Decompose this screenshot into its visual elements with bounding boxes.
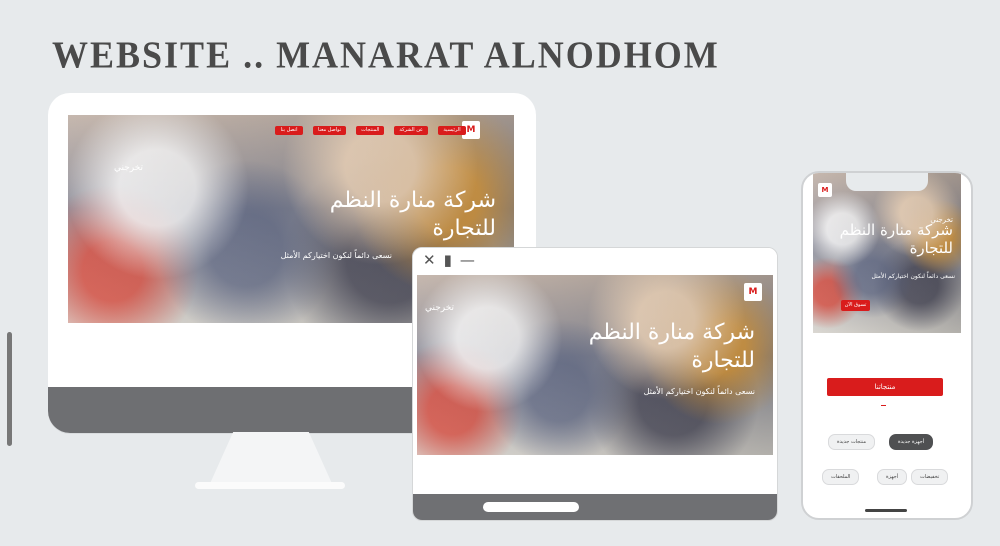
mobile-products-button[interactable]: منتجاتنا bbox=[827, 378, 943, 396]
desktop-tagline: نسعى دائماً لنكون اختياركم الأمثل bbox=[280, 251, 392, 260]
monitor-stand bbox=[208, 432, 334, 488]
window-titlebar: ✕ ▮ — bbox=[413, 248, 777, 272]
window-controls: ✕ ▮ — bbox=[423, 251, 475, 269]
chip-discounts[interactable]: تخفيضات bbox=[911, 469, 949, 485]
page-title: WEBSITE .. MANARAT ALNODHOM bbox=[52, 34, 720, 76]
chip-devices[interactable]: أجهزة bbox=[877, 469, 908, 485]
mobile-screen: M تخرجني شركة منارة النظم للتجارة نسعى د… bbox=[813, 173, 961, 333]
desktop-side-label: تخرجني bbox=[114, 163, 144, 173]
laptop-window: ✕ ▮ — M تخرجني شركة منارة النظم للتجارة … bbox=[412, 247, 778, 521]
laptop-side-label: تخرجني bbox=[425, 303, 455, 313]
close-icon[interactable]: ✕ bbox=[423, 251, 436, 269]
nav-contact[interactable]: تواصل معنا bbox=[313, 126, 347, 135]
scroll-indicator[interactable] bbox=[7, 332, 12, 446]
phone-notch bbox=[846, 173, 928, 191]
nav-home[interactable]: الرئيسية bbox=[438, 126, 466, 135]
mobile-phone: M تخرجني شركة منارة النظم للتجارة نسعى د… bbox=[801, 171, 973, 520]
laptop-screen: M تخرجني شركة منارة النظم للتجارة نسعى د… bbox=[417, 275, 773, 455]
chip-accessories[interactable]: الملحقات bbox=[822, 469, 860, 485]
mobile-logo: M bbox=[818, 183, 832, 197]
laptop-home-pill bbox=[483, 502, 579, 512]
phone-home-indicator bbox=[865, 509, 907, 512]
chip-new-products[interactable]: منتجات جديدة bbox=[828, 434, 876, 450]
monitor-stand-base bbox=[195, 482, 345, 489]
mobile-shop-button[interactable]: تسوق الآن bbox=[841, 300, 870, 311]
nav-call[interactable]: اتصل بنا bbox=[275, 126, 304, 135]
chip-new-devices[interactable]: أجهزة جديدة bbox=[889, 434, 934, 450]
mobile-cta-underline bbox=[881, 405, 886, 406]
laptop-bottom-bar bbox=[413, 494, 777, 520]
desktop-nav: الرئيسية عن الشركة المنتجات تواصل معنا ا… bbox=[275, 126, 466, 135]
desktop-company-name-line1: شركة منارة النظم bbox=[329, 188, 496, 213]
desktop-company-name-line2: للتجارة bbox=[432, 216, 496, 241]
mobile-company-name-line1: شركة منارة النظم bbox=[839, 221, 953, 239]
laptop-tagline: نسعى دائماً لنكون اختياركم الأمثل bbox=[643, 387, 755, 396]
nav-about[interactable]: عن الشركة bbox=[394, 126, 428, 135]
laptop-company-name-line2: للتجارة bbox=[691, 348, 755, 373]
mobile-tagline: نسعى دائماً لنكون اختياركم الأمثل bbox=[871, 273, 955, 280]
laptop-company-name-line1: شركة منارة النظم bbox=[588, 320, 755, 345]
mobile-company-name-line2: للتجارة bbox=[909, 239, 953, 257]
laptop-logo: M bbox=[744, 283, 762, 301]
file-icon[interactable]: ▮ bbox=[444, 251, 452, 269]
minimize-icon[interactable]: — bbox=[460, 251, 475, 269]
nav-products[interactable]: المنتجات bbox=[356, 126, 385, 135]
